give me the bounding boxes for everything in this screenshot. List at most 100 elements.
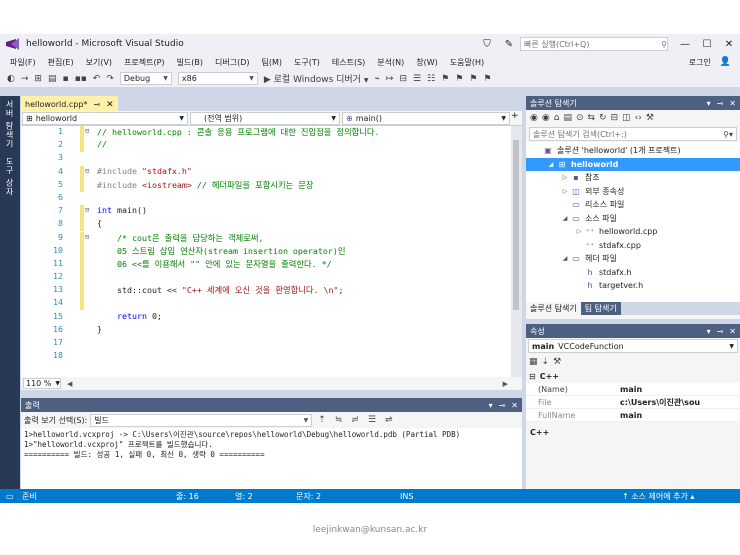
code-line[interactable]: 5 #include <iostream> // 헤더파일을 포함시키는 문장 <box>21 178 511 192</box>
property-object-select[interactable]: main VCCodeFunction ▼ <box>528 339 738 353</box>
collapse-icon[interactable]: ⊟ <box>85 233 89 241</box>
close-icon[interactable]: ✕ <box>729 327 736 336</box>
code-line[interactable]: 15 return 0; <box>21 311 511 324</box>
menu-team[interactable]: 팀(M) <box>256 57 289 68</box>
property-value[interactable]: c:\Users\이진관\sou <box>620 397 740 408</box>
uncomment-icon[interactable]: ☷ <box>424 74 438 84</box>
expand-arrow-icon[interactable]: ◢ <box>546 161 556 168</box>
pin-icon[interactable]: ⊸ <box>717 327 724 336</box>
expand-arrow-icon[interactable]: ◢ <box>560 215 570 222</box>
format-icon[interactable]: ⊟ <box>396 74 410 84</box>
scroll-right-icon[interactable]: ▶ <box>503 380 508 388</box>
dropdown-icon[interactable]: ▾ <box>707 327 711 336</box>
property-value[interactable]: main <box>620 385 740 394</box>
dropdown-icon[interactable]: ▾ <box>489 401 493 410</box>
add-to-source-control-button[interactable]: ↑ 소스 제어에 추가 ▴ <box>622 491 694 502</box>
tree-item[interactable]: ◢ ▭ 소스 파일 <box>526 212 740 226</box>
new-project-icon[interactable]: ⊞ <box>31 74 45 84</box>
minimize-button[interactable]: — <box>674 39 696 50</box>
tab-helloworld-cpp[interactable]: helloworld.cpp* ⊸ ✕ <box>21 96 118 111</box>
tree-item[interactable]: h stdafx.h <box>526 266 740 280</box>
clear-bookmarks-icon[interactable]: ⚑ <box>480 74 494 84</box>
collapse-icon[interactable]: ⊟ <box>85 206 89 214</box>
next-bookmark-icon[interactable]: ⚑ <box>466 74 480 84</box>
maximize-button[interactable]: ☐ <box>696 39 718 50</box>
code-line[interactable]: 2 // <box>21 139 511 153</box>
expand-arrow-icon[interactable]: ▷ <box>574 228 584 235</box>
forward-icon[interactable]: ◉ <box>542 113 550 123</box>
menu-test[interactable]: 테스트(S) <box>326 57 371 68</box>
home-icon[interactable]: ⌂ <box>554 113 560 123</box>
login-link[interactable]: 로그인 <box>683 57 717 68</box>
code-line[interactable]: 4 ⊟ #include "stdafx.h" <box>21 165 511 179</box>
code-line[interactable]: 18 <box>21 350 511 363</box>
pin-icon[interactable]: ⊸ <box>93 100 100 109</box>
forward-icon[interactable]: → <box>18 74 32 84</box>
split-icon[interactable]: + <box>511 111 522 125</box>
categorized-icon[interactable]: ▦ <box>529 357 538 367</box>
code-text-area[interactable]: 1 ⊟ // helloworld.cpp : 콘솔 응용 프로그램에 대한 진입점… <box>21 126 511 377</box>
switch-views-icon[interactable]: ▤ <box>563 113 572 123</box>
tree-item[interactable]: ▣ 솔루션 'helloworld' (1개 프로젝트) <box>526 144 740 158</box>
close-icon[interactable]: ✕ <box>106 100 114 110</box>
menu-tools[interactable]: 도구(T) <box>288 57 326 68</box>
step-icon[interactable]: ↦ <box>383 74 397 84</box>
redo-icon[interactable]: ↷ <box>103 74 117 84</box>
property-pages-icon[interactable]: ⚒ <box>553 357 561 367</box>
scroll-thumb[interactable] <box>513 140 519 310</box>
member-select[interactable]: ⊕ main() ▼ <box>342 112 510 125</box>
property-row[interactable]: FullName main <box>526 409 740 422</box>
save-icon[interactable]: ▪ <box>59 74 71 84</box>
word-wrap-icon[interactable]: ⇌ <box>382 415 396 425</box>
code-line[interactable]: 1 ⊟ // helloworld.cpp : 콘솔 응용 프로그램에 대한 진입점… <box>21 126 511 139</box>
close-icon[interactable]: ✕ <box>511 401 518 410</box>
menu-window[interactable]: 창(W) <box>410 57 444 68</box>
pin-icon[interactable]: ⊸ <box>499 401 506 410</box>
back-icon[interactable]: ◉ <box>530 113 538 123</box>
refresh-icon[interactable]: ↻ <box>599 113 607 123</box>
clear-all-icon[interactable]: ☰ <box>365 415 379 425</box>
output-source-select[interactable]: 빌드 ▼ <box>90 413 313 427</box>
property-category[interactable]: ⊟ C++ <box>526 370 740 383</box>
save-all-icon[interactable]: ▪▪ <box>72 74 90 84</box>
tree-item[interactable]: ◢ ⊞ helloworld <box>526 157 740 171</box>
tab-solution-explorer[interactable]: 솔루션 탐색기 <box>526 302 581 315</box>
menu-project[interactable]: 프로젝트(P) <box>118 57 171 68</box>
quick-launch-input[interactable]: 빠른 실행(Ctrl+Q) ⚲ <box>520 37 668 51</box>
code-line[interactable]: 14 <box>21 297 511 311</box>
menu-debug[interactable]: 디버그(D) <box>209 57 255 68</box>
expand-arrow-icon[interactable]: ▷ <box>560 188 570 195</box>
pin-icon[interactable]: ⊸ <box>717 99 724 108</box>
properties-wrench-icon[interactable]: ⚒ <box>646 113 654 123</box>
tree-item[interactable]: ▷ ⁺⁺ helloworld.cpp <box>526 225 740 239</box>
menu-help[interactable]: 도움말(H) <box>444 57 490 68</box>
menu-build[interactable]: 빌드(B) <box>171 57 209 68</box>
undo-icon[interactable]: ↶ <box>90 74 104 84</box>
code-line[interactable]: 12 <box>21 271 511 285</box>
configuration-select[interactable]: Debug ▼ <box>119 72 172 85</box>
close-button[interactable]: ✕ <box>718 39 740 50</box>
open-file-icon[interactable]: ▤ <box>45 74 60 84</box>
code-line[interactable]: 13 std::cout << "C++ 세계에 오신 것을 환영합니다. \n… <box>21 284 511 298</box>
tree-item[interactable]: ⁺⁺ stdafx.cpp <box>526 239 740 253</box>
attach-icon[interactable]: ⌁ <box>371 74 382 84</box>
global-scope-select[interactable]: (전역 범위) ▼ <box>190 112 340 125</box>
dropdown-icon[interactable]: ▾ <box>707 99 711 108</box>
code-line[interactable]: 16} <box>21 324 511 337</box>
editor-vertical-scrollbar[interactable] <box>511 126 522 377</box>
tree-item[interactable]: ◢ ▭ 헤더 파일 <box>526 252 740 266</box>
alphabetical-icon[interactable]: ⇣ <box>542 357 550 367</box>
code-line[interactable]: 9 ⊟ /* cout은 출력을 담당하는 객체로써, <box>21 231 511 245</box>
feedback-icon[interactable]: ✎ <box>498 39 520 50</box>
comment-icon[interactable]: ☰ <box>410 74 424 84</box>
property-row[interactable]: (Name) main <box>526 383 740 396</box>
filter-icon[interactable]: ⛉ <box>476 39 498 50</box>
property-row[interactable]: File c:\Users\이진관\sou <box>526 396 740 409</box>
code-line[interactable]: 11 06 <<를 이용해서 "" 안에 있는 문자열을 출력한다. */ <box>21 257 511 271</box>
property-value[interactable]: main <box>620 411 740 420</box>
prev-message-icon[interactable]: ≒ <box>332 415 346 425</box>
tree-item[interactable]: h targetver.h <box>526 279 740 293</box>
menu-file[interactable]: 파일(F) <box>4 57 42 68</box>
output-text[interactable]: 1>helloworld.vcxproj -> C:\Users\이진관\sou… <box>21 428 522 462</box>
tree-item[interactable]: ▷ ▪ 참조 <box>526 171 740 185</box>
